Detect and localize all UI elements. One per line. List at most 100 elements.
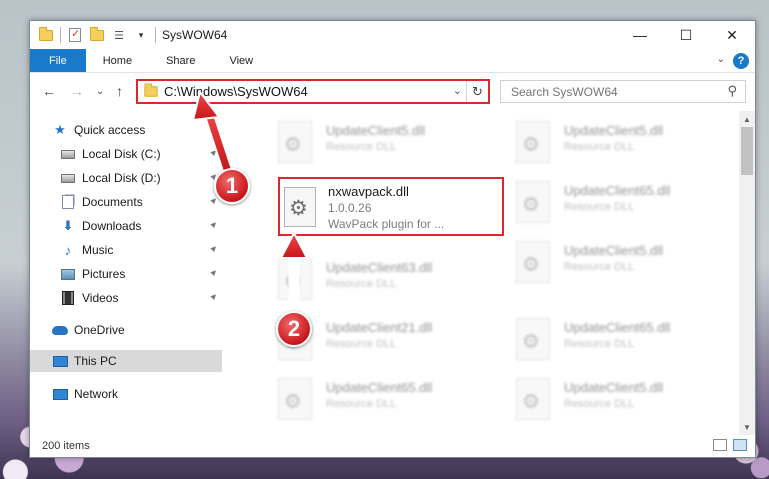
navigation-bar: ← → ⌄ ↑ C:\Windows\SysWOW64 ⌄ ↻ ⚲ <box>30 77 755 109</box>
file-type: Resource DLL <box>564 261 635 273</box>
dll-file-icon <box>516 378 550 420</box>
back-button[interactable]: ← <box>42 83 56 99</box>
file-version: 1.0.0.26 <box>328 201 372 215</box>
sidebar-item-quick-access[interactable]: ★ Quick access <box>30 119 222 141</box>
help-button[interactable]: ? <box>733 53 749 69</box>
chevron-down-icon[interactable]: ⌄ <box>717 54 725 65</box>
sidebar-item-documents[interactable]: Documents ▲ <box>30 191 222 213</box>
dll-file-icon <box>278 121 312 163</box>
toolbar-dropdown-icon[interactable]: ▾ <box>133 27 149 43</box>
file-name: UpdateClient65.dll <box>564 320 671 335</box>
vertical-scrollbar[interactable]: ▲ ▼ <box>739 111 755 435</box>
scrollbar-thumb[interactable] <box>741 127 753 175</box>
file-name: UpdateClient63.dll <box>326 260 433 275</box>
ribbon-tabs: File Home Share View <box>30 49 755 73</box>
separator <box>60 27 61 43</box>
dll-file-icon <box>516 121 550 163</box>
sidebar-item-label: Music <box>82 243 114 257</box>
folder-icon <box>38 26 54 43</box>
highlighted-file-item[interactable]: nxwavpack.dll 1.0.0.26 WavPack plugin fo… <box>278 177 504 236</box>
file-type: Resource DLL <box>326 398 397 410</box>
cloud-icon <box>52 322 68 338</box>
documents-icon <box>60 194 76 210</box>
chevron-down-icon[interactable]: ⌄ <box>453 84 462 97</box>
sidebar-item-local-disk-d[interactable]: Local Disk (D:) ▲ <box>30 167 222 189</box>
folder-icon <box>144 83 158 97</box>
file-description: WavPack plugin for ... <box>328 217 445 231</box>
refresh-button[interactable]: ↻ <box>466 81 488 102</box>
search-box[interactable]: ⚲ <box>500 80 746 103</box>
list-item[interactable]: UpdateClient5.dll Resource DLL <box>516 119 739 175</box>
up-button[interactable]: ↑ <box>116 83 123 99</box>
tab-share[interactable]: Share <box>149 49 212 72</box>
pin-icon[interactable]: ▲ <box>208 265 221 278</box>
list-item[interactable]: UpdateClient5.dll Resource DLL <box>516 376 739 431</box>
tab-home[interactable]: Home <box>86 49 149 72</box>
properties-icon[interactable] <box>67 27 83 43</box>
sidebar-item-label: Local Disk (C:) <box>82 147 161 161</box>
list-item[interactable]: UpdateClient5.dll Resource DLL <box>516 239 739 295</box>
recent-locations-button[interactable]: ⌄ <box>96 86 104 97</box>
download-icon: ⬇ <box>62 218 74 233</box>
search-input[interactable] <box>511 84 711 99</box>
file-name: UpdateClient5.dll <box>564 243 664 258</box>
address-bar[interactable]: C:\Windows\SysWOW64 ⌄ ↻ <box>136 79 490 104</box>
drive-icon <box>60 170 76 186</box>
pin-icon[interactable]: ▲ <box>208 217 221 230</box>
sidebar-item-pictures[interactable]: Pictures ▲ <box>30 263 222 285</box>
item-count: 200 items <box>42 440 90 452</box>
sidebar-item-this-pc[interactable]: This PC <box>30 350 222 372</box>
file-type: Resource DLL <box>326 278 397 290</box>
pin-icon[interactable]: ▲ <box>208 145 221 158</box>
dll-file-icon <box>516 181 550 223</box>
star-icon: ★ <box>54 122 66 137</box>
sidebar-item-onedrive[interactable]: OneDrive <box>30 319 222 341</box>
file-name: UpdateClient5.dll <box>564 380 664 395</box>
step-2-badge: 2 <box>276 311 312 347</box>
tab-view[interactable]: View <box>212 49 270 72</box>
dll-file-icon <box>278 258 312 300</box>
new-folder-icon[interactable] <box>89 26 105 43</box>
tiles-view-icon[interactable] <box>733 439 747 451</box>
quick-access-toolbar: ☰ ▾ <box>30 21 156 49</box>
separator <box>155 27 156 43</box>
file-name: UpdateClient5.dll <box>564 123 664 138</box>
list-item[interactable]: UpdateClient65.dll Resource DLL <box>516 179 739 235</box>
address-path[interactable]: C:\Windows\SysWOW64 <box>164 84 308 99</box>
computer-icon <box>52 353 68 369</box>
minimize-button[interactable]: — <box>617 21 663 49</box>
sidebar-item-network[interactable]: Network <box>30 383 222 405</box>
drive-icon <box>60 146 76 162</box>
list-item[interactable]: UpdateClient21.dll Resource DLL <box>278 316 508 372</box>
tab-file[interactable]: File <box>30 49 86 72</box>
view-switcher <box>713 439 747 451</box>
list-item[interactable]: UpdateClient65.dll Resource DLL <box>516 316 739 372</box>
scroll-up-icon[interactable]: ▲ <box>739 111 755 127</box>
scroll-down-icon[interactable]: ▼ <box>739 419 755 435</box>
details-view-icon[interactable] <box>713 439 727 451</box>
title-bar: ☰ ▾ SysWOW64 — ☐ ✕ <box>30 21 755 49</box>
forward-button[interactable]: → <box>70 83 84 99</box>
sidebar-item-music[interactable]: ♪ Music ▲ <box>30 239 222 261</box>
file-type: Resource DLL <box>326 141 397 153</box>
close-button[interactable]: ✕ <box>709 21 755 49</box>
customize-toolbar-icon[interactable]: ☰ <box>111 27 127 43</box>
dll-file-icon <box>516 318 550 360</box>
sidebar-item-local-disk-c[interactable]: Local Disk (C:) ▲ <box>30 143 222 165</box>
sidebar-item-label: Pictures <box>82 267 126 281</box>
maximize-button[interactable]: ☐ <box>663 21 709 49</box>
status-bar: 200 items <box>30 435 755 457</box>
list-item[interactable]: UpdateClient5.dll Resource DLL <box>278 119 508 175</box>
list-item[interactable]: UpdateClient63.dll Resource DLL <box>278 256 508 312</box>
search-icon[interactable]: ⚲ <box>727 83 737 99</box>
sidebar-item-videos[interactable]: Videos ▲ <box>30 287 222 309</box>
step-1-badge: 1 <box>214 168 250 204</box>
file-type: Resource DLL <box>326 338 397 350</box>
gear-file-icon <box>284 187 316 227</box>
pin-icon[interactable]: ▲ <box>208 241 221 254</box>
sidebar-item-label: Network <box>74 387 119 401</box>
pin-icon[interactable]: ▲ <box>208 289 221 302</box>
list-item[interactable]: UpdateClient65.dll Resource DLL <box>278 376 508 431</box>
file-name: UpdateClient65.dll <box>326 380 433 395</box>
sidebar-item-downloads[interactable]: ⬇ Downloads ▲ <box>30 215 222 237</box>
